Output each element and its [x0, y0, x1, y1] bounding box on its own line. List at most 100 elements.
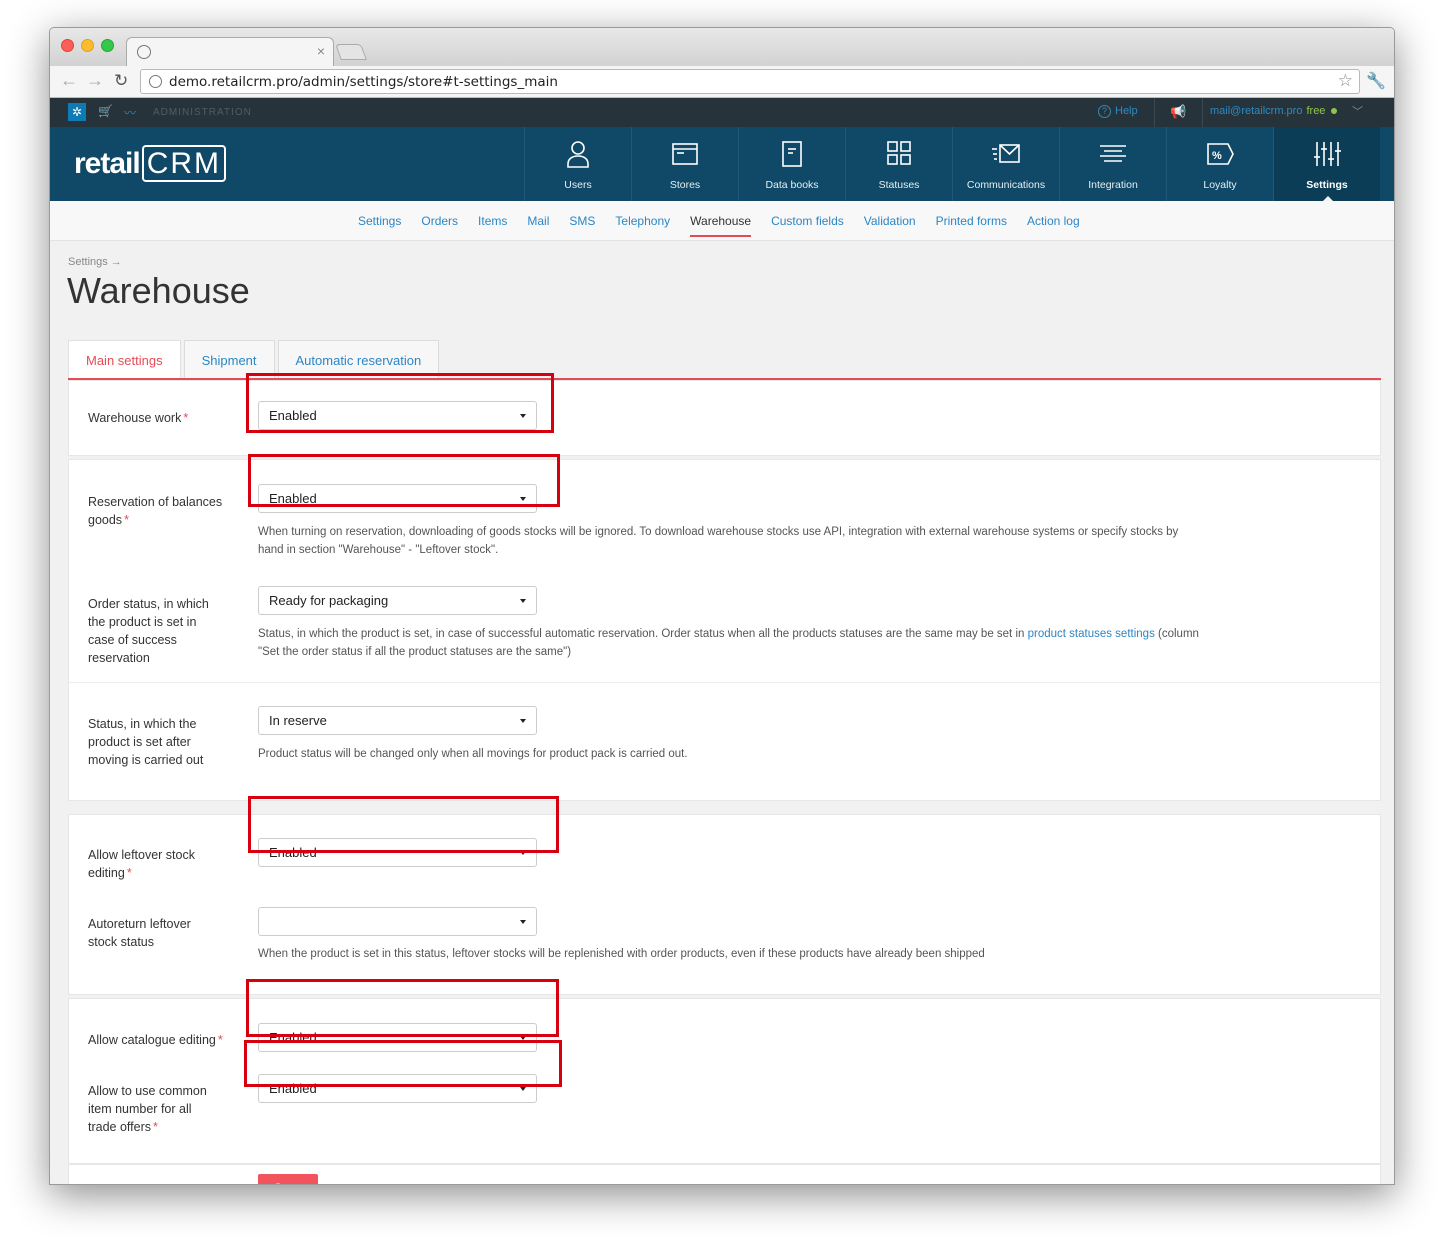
- online-dot-icon: [1331, 108, 1338, 115]
- subnav-mail[interactable]: Mail: [527, 214, 549, 228]
- nav-data-books[interactable]: Data books: [738, 127, 845, 201]
- forward-arrow-icon[interactable]: →: [86, 70, 104, 91]
- user-email: mail@retailcrm.pro: [1210, 105, 1303, 117]
- browser-window: × ← → ↻ demo.retailcrm.pro/admin/setting…: [49, 27, 1395, 1185]
- nav-label: Data books: [765, 179, 819, 191]
- nav-label: Statuses: [878, 179, 920, 191]
- address-bar[interactable]: demo.retailcrm.pro/admin/settings/store#…: [140, 69, 1360, 94]
- order-status-select[interactable]: Ready for packaging: [258, 586, 537, 615]
- minimize-window-button[interactable]: [81, 39, 94, 52]
- subnav-settings[interactable]: Settings: [358, 214, 401, 228]
- user-menu[interactable]: mail@retailcrm.pro free: [1210, 105, 1338, 117]
- page-content: Settings → Warehouse Main settings Shipm…: [50, 241, 1394, 1184]
- gear-icon[interactable]: ✲: [68, 103, 86, 121]
- moving-status-select[interactable]: In reserve: [258, 706, 537, 735]
- megaphone-icon[interactable]: 📢: [1170, 104, 1186, 120]
- nav-loyalty[interactable]: % Loyalty: [1166, 127, 1273, 201]
- subnav-orders[interactable]: Orders: [421, 214, 458, 228]
- nav-statuses[interactable]: Statuses: [845, 127, 952, 201]
- autoreturn-label: Autoreturn leftover stock status: [88, 917, 191, 949]
- statuses-icon: [846, 139, 952, 169]
- highlight-box: [246, 373, 554, 433]
- admin-bar: ✲ 🛒 〰 ADMINISTRATION ? Help 📢 mail@retail…: [50, 98, 1394, 127]
- subnav-validation[interactable]: Validation: [864, 214, 916, 228]
- question-icon: ?: [1098, 105, 1111, 118]
- cart-icon[interactable]: 🛒: [98, 104, 113, 118]
- main-header: retail CRM Users Stores Data books Status…: [50, 127, 1394, 202]
- bookmark-star-icon[interactable]: ☆: [1338, 71, 1353, 91]
- autoreturn-hint: When the product is set in this status, …: [258, 948, 985, 960]
- subnav-telephony[interactable]: Telephony: [615, 214, 670, 228]
- chart-icon[interactable]: 〰: [124, 104, 136, 121]
- settings-subnav: Settings Orders Items Mail SMS Telephony…: [50, 201, 1394, 241]
- caret-down-icon: [520, 719, 526, 723]
- subnav-sms[interactable]: SMS: [569, 214, 595, 228]
- highlight-box: [246, 979, 559, 1037]
- globe-icon: [137, 45, 151, 59]
- store-icon: [632, 139, 738, 169]
- autoreturn-select[interactable]: [258, 907, 537, 936]
- logo-text: retail: [74, 147, 141, 180]
- nav-settings[interactable]: Settings: [1273, 127, 1380, 202]
- chevron-down-icon[interactable]: ﹀: [1352, 103, 1363, 119]
- highlight-box: [248, 454, 560, 507]
- caret-down-icon: [520, 599, 526, 603]
- nav-integration[interactable]: Integration: [1059, 127, 1166, 201]
- new-tab-button[interactable]: [335, 44, 367, 60]
- wrench-icon[interactable]: 🔧: [1366, 71, 1386, 91]
- subnav-warehouse[interactable]: Warehouse: [690, 214, 751, 237]
- integration-icon: [1060, 139, 1166, 169]
- breadcrumb[interactable]: Settings →: [68, 256, 122, 268]
- nav-communications[interactable]: Communications: [952, 127, 1059, 201]
- highlight-box: [248, 796, 559, 853]
- logo-crm-text: CRM: [141, 145, 227, 182]
- mail-icon: [953, 139, 1059, 169]
- svg-text:%: %: [1212, 150, 1222, 162]
- back-arrow-icon[interactable]: ←: [60, 70, 78, 91]
- caret-down-icon: [520, 920, 526, 924]
- percent-icon: %: [1167, 139, 1273, 169]
- browser-tab[interactable]: ×: [126, 37, 334, 67]
- nav-stores[interactable]: Stores: [631, 127, 738, 201]
- moving-status-hint: Product status will be changed only when…: [258, 748, 688, 760]
- save-button[interactable]: Save: [258, 1174, 318, 1184]
- common-item-number-label: Allow to use common item number for all tr…: [88, 1084, 207, 1134]
- nav-users[interactable]: Users: [524, 127, 631, 201]
- divider: [1154, 98, 1155, 127]
- zoom-window-button[interactable]: [101, 39, 114, 52]
- save-bar: Save: [68, 1164, 1381, 1184]
- main-nav: Users Stores Data books Statuses Communi…: [524, 127, 1380, 202]
- sliders-icon: [1274, 139, 1380, 169]
- browser-toolbar: ← → ↻ demo.retailcrm.pro/admin/settings/…: [50, 66, 1394, 98]
- nav-label: Integration: [1088, 179, 1138, 191]
- divider: [1202, 98, 1203, 127]
- close-window-button[interactable]: [61, 39, 74, 52]
- subnav-items[interactable]: Items: [478, 214, 507, 228]
- reload-icon[interactable]: ↻: [114, 71, 128, 91]
- warehouse-work-label: Warehouse work *: [88, 411, 189, 425]
- product-statuses-settings-link[interactable]: product statuses settings: [1028, 628, 1155, 640]
- reservation-section: Reservation of balances goods * Enabled Wh…: [68, 459, 1381, 801]
- retailcrm-logo[interactable]: retail CRM: [74, 145, 227, 182]
- nav-label: Stores: [669, 179, 701, 191]
- plan-badge: free: [1306, 105, 1326, 117]
- subnav-custom-fields[interactable]: Custom fields: [771, 214, 844, 228]
- browser-titlebar: ×: [50, 28, 1394, 67]
- help-label: Help: [1115, 105, 1138, 117]
- subnav-action-log[interactable]: Action log: [1027, 214, 1080, 228]
- tab-main-settings[interactable]: Main settings: [68, 340, 181, 380]
- nav-label: Settings: [1306, 179, 1348, 191]
- admin-label: ADMINISTRATION: [153, 107, 252, 118]
- reservation-label: Reservation of balances goods *: [88, 495, 223, 527]
- nav-label: Loyalty: [1203, 179, 1237, 191]
- nav-label: Communications: [966, 179, 1046, 191]
- highlight-box: [244, 1040, 562, 1087]
- close-tab-icon[interactable]: ×: [317, 43, 325, 59]
- page-title: Warehouse: [67, 270, 250, 311]
- divider: [69, 682, 1380, 683]
- help-link[interactable]: ? Help: [1098, 105, 1138, 118]
- leftover-editing-label: Allow leftover stock editing *: [88, 848, 195, 880]
- reservation-hint: When turning on reservation, downloading…: [258, 526, 1179, 556]
- user-icon: [525, 139, 631, 169]
- subnav-printed-forms[interactable]: Printed forms: [936, 214, 1007, 228]
